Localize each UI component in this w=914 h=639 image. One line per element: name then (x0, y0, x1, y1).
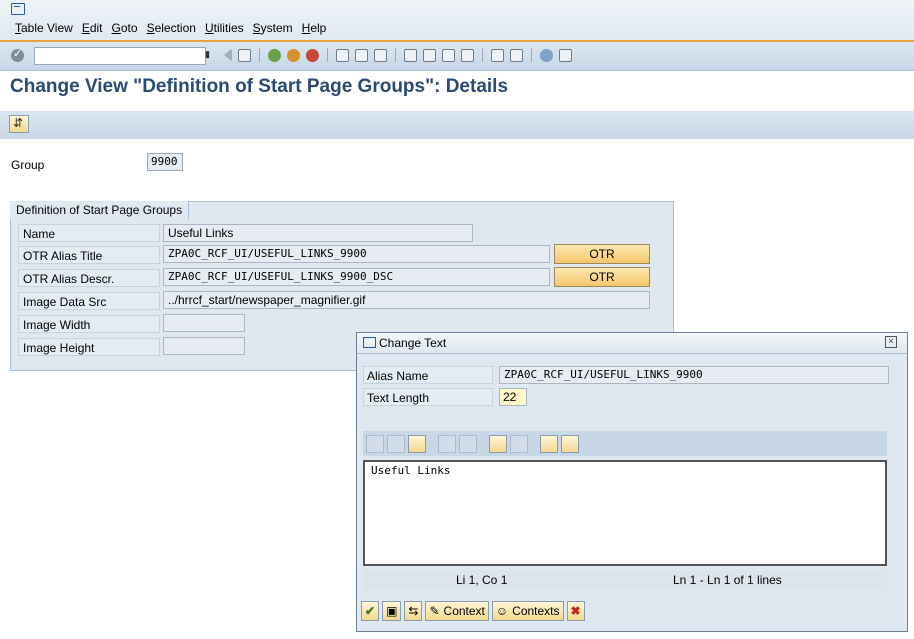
menu-edit[interactable]: Edit (82, 21, 103, 35)
group-label: Group (11, 158, 45, 172)
menu-selection[interactable]: Selection (147, 21, 196, 35)
alias-name-label: Alias Name (363, 366, 493, 384)
display-change-button[interactable] (9, 115, 29, 133)
transfer-button[interactable]: ⇆ (404, 601, 423, 621)
text-length-label: Text Length (363, 388, 493, 406)
image-data-src-label: Image Data Src (18, 292, 160, 310)
cursor-position: Li 1, Co 1 (456, 573, 508, 587)
alias-name-field: ZPA0C_RCF_UI/USEFUL_LINKS_9900 (499, 366, 889, 384)
save-button[interactable]: ▣ (382, 601, 402, 621)
undo-icon[interactable] (438, 434, 456, 453)
toolbar-separator (259, 48, 260, 62)
otr-alias-title-label: OTR Alias Title (18, 246, 160, 264)
first-page-icon[interactable] (404, 48, 417, 62)
confirm-button[interactable]: ✔ (361, 601, 380, 621)
toolbar-separator (531, 48, 532, 62)
back-icon[interactable] (268, 48, 281, 62)
change-text-dialog: Change Text × Alias Name ZPA0C_RCF_UI/US… (356, 332, 908, 632)
find-next-icon[interactable] (510, 434, 528, 453)
command-field[interactable] (34, 47, 206, 65)
name-field[interactable]: Useful Links (163, 224, 473, 242)
shortcut-icon[interactable] (510, 48, 523, 62)
image-data-src-field[interactable]: ../hrrcf_start/newspaper_magnifier.gif (163, 291, 650, 309)
dialog-title-bar: Change Text × (357, 333, 907, 354)
dialog-title: Change Text (379, 336, 447, 350)
last-page-icon[interactable] (461, 48, 474, 62)
toolbar-icons (224, 48, 572, 62)
menu-goto[interactable]: Goto (112, 21, 138, 35)
contexts-button[interactable]: ☺ Contexts (491, 601, 564, 621)
copy-icon[interactable] (387, 434, 405, 453)
context-button[interactable]: ✎ Context (425, 601, 489, 621)
otr-descr-button[interactable]: OTR (554, 267, 650, 287)
toolbar-separator (395, 48, 396, 62)
pencil-icon: ✎ (429, 604, 440, 618)
cut-icon[interactable] (366, 434, 384, 453)
menu-utilities[interactable]: Utilities (205, 21, 244, 35)
command-history-icon[interactable]: ▮ (205, 49, 213, 61)
menu-table-view[interactable]: Table View (15, 21, 73, 35)
menu-help[interactable]: Help (302, 21, 327, 35)
toolbar-separator (327, 48, 328, 62)
redo-icon[interactable] (459, 434, 477, 453)
text-length-field: 22 (499, 388, 527, 406)
save-icon[interactable] (238, 48, 251, 62)
system-menu-icon[interactable] (11, 3, 25, 15)
find-icon[interactable] (489, 434, 507, 453)
save-icon: ▣ (386, 604, 398, 618)
cancel-x-icon: ✖ (570, 604, 581, 618)
page-title: Change View "Definition of Start Page Gr… (10, 76, 509, 97)
layout-menu-icon[interactable] (559, 48, 572, 62)
menu-items: Table View Edit Goto Selection Utilities… (15, 21, 326, 35)
find-icon[interactable] (355, 48, 368, 62)
editor-toolbar (363, 431, 887, 456)
image-height-label: Image Height (18, 338, 160, 356)
otr-title-button[interactable]: OTR (554, 244, 650, 264)
paste-icon[interactable] (408, 434, 426, 453)
enter-icon[interactable] (11, 47, 24, 62)
print-icon[interactable] (336, 48, 349, 62)
cancel-button[interactable]: ✖ (566, 601, 585, 621)
line-count: Ln 1 - Ln 1 of 1 lines (673, 573, 782, 587)
new-session-icon[interactable] (491, 48, 504, 62)
checkmark-icon: ✔ (365, 604, 376, 618)
person-icon: ☺ (495, 604, 509, 618)
otr-alias-title-field[interactable]: ZPA0C_RCF_UI/USEFUL_LINKS_9900 (163, 245, 550, 263)
name-label: Name (18, 224, 160, 242)
close-icon[interactable]: × (885, 336, 897, 348)
context-label: Context (443, 604, 485, 618)
frame-title: Definition of Start Page Groups (10, 201, 190, 219)
dialog-system-icon (363, 337, 376, 348)
cancel-icon[interactable] (306, 48, 319, 62)
otr-alias-descr-label: OTR Alias Descr. (18, 269, 160, 287)
back-arrow-icon[interactable] (224, 48, 232, 62)
previous-page-icon[interactable] (423, 48, 436, 62)
help-icon[interactable] (540, 48, 553, 62)
editor-status-bar: Li 1, Co 1 Ln 1 - Ln 1 of 1 lines (363, 570, 887, 590)
export-icon[interactable] (561, 434, 579, 453)
find-next-icon[interactable] (374, 48, 387, 62)
application-toolbar (0, 111, 914, 139)
text-editor[interactable]: Useful Links (363, 460, 887, 566)
dialog-footer: ✔ ▣ ⇆ ✎ Context ☺ Contexts ✖ (361, 601, 585, 621)
menu-bar: Table View Edit Goto Selection Utilities… (0, 0, 914, 42)
image-width-field[interactable] (163, 314, 245, 332)
contexts-label: Contexts (512, 604, 560, 618)
import-icon[interactable] (540, 434, 558, 453)
exit-icon[interactable] (287, 48, 300, 62)
toolbar-separator (482, 48, 483, 62)
otr-alias-descr-field[interactable]: ZPA0C_RCF_UI/USEFUL_LINKS_9900_DSC (163, 268, 550, 286)
image-width-label: Image Width (18, 315, 160, 333)
image-height-field[interactable] (163, 337, 245, 355)
menu-system[interactable]: System (253, 21, 293, 35)
next-page-icon[interactable] (442, 48, 455, 62)
transfer-icon: ⇆ (408, 604, 419, 618)
standard-toolbar: ▮ (0, 42, 914, 71)
group-value: 9900 (147, 153, 183, 171)
